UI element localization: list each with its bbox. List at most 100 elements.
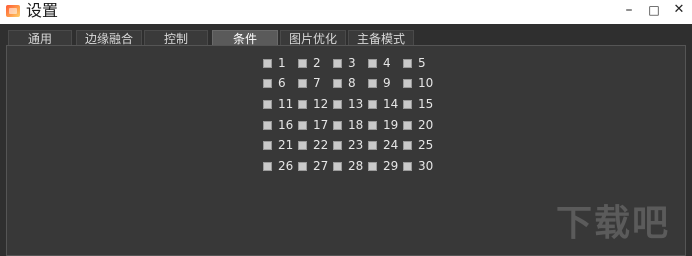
app-icon — [6, 5, 20, 17]
condition-20[interactable]: 20 — [403, 118, 433, 132]
condition-checkbox[interactable] — [368, 140, 377, 150]
condition-29[interactable]: 29 — [368, 159, 398, 173]
condition-checkbox[interactable] — [263, 140, 272, 150]
condition-checkbox[interactable] — [368, 78, 377, 88]
tab-edge-blending[interactable]: 边缘融合 — [76, 30, 142, 46]
condition-checkbox[interactable] — [263, 99, 272, 109]
condition-label: 3 — [348, 56, 356, 70]
condition-checkbox[interactable] — [263, 58, 272, 68]
condition-checkbox[interactable] — [403, 120, 412, 130]
condition-30[interactable]: 30 — [403, 159, 433, 173]
condition-18[interactable]: 18 — [333, 118, 363, 132]
title-bar: 设置 – □ ✕ — [0, 0, 692, 24]
condition-label: 22 — [313, 138, 329, 152]
condition-17[interactable]: 17 — [298, 118, 328, 132]
condition-checkbox[interactable] — [263, 120, 272, 130]
condition-checkbox[interactable] — [403, 78, 412, 88]
condition-checkbox[interactable] — [298, 120, 307, 130]
condition-checkbox[interactable] — [403, 161, 412, 171]
tab-control[interactable]: 控制 — [144, 30, 208, 46]
condition-label: 21 — [278, 138, 294, 152]
condition-4[interactable]: 4 — [368, 56, 391, 70]
condition-checkbox[interactable] — [298, 99, 307, 109]
condition-label: 15 — [418, 97, 434, 111]
condition-label: 4 — [383, 56, 391, 70]
condition-8[interactable]: 8 — [333, 76, 356, 90]
condition-label: 19 — [383, 118, 399, 132]
condition-checkbox[interactable] — [333, 99, 342, 109]
condition-3[interactable]: 3 — [333, 56, 356, 70]
condition-label: 5 — [418, 56, 426, 70]
condition-checkbox[interactable] — [298, 161, 307, 171]
condition-1[interactable]: 1 — [263, 56, 286, 70]
condition-label: 17 — [313, 118, 329, 132]
condition-checkbox[interactable] — [403, 140, 412, 150]
condition-label: 28 — [348, 159, 364, 173]
condition-14[interactable]: 14 — [368, 97, 398, 111]
condition-12[interactable]: 12 — [298, 97, 328, 111]
condition-label: 13 — [348, 97, 364, 111]
condition-21[interactable]: 21 — [263, 138, 293, 152]
condition-checkbox[interactable] — [368, 161, 377, 171]
condition-26[interactable]: 26 — [263, 159, 293, 173]
condition-16[interactable]: 16 — [263, 118, 293, 132]
condition-checkbox[interactable] — [298, 58, 307, 68]
maximize-button[interactable]: □ — [641, 0, 667, 20]
condition-label: 18 — [348, 118, 364, 132]
condition-checkbox[interactable] — [263, 78, 272, 88]
condition-label: 11 — [278, 97, 294, 111]
condition-22[interactable]: 22 — [298, 138, 328, 152]
condition-label: 25 — [418, 138, 434, 152]
condition-19[interactable]: 19 — [368, 118, 398, 132]
condition-label: 14 — [383, 97, 399, 111]
condition-label: 8 — [348, 76, 356, 90]
condition-label: 20 — [418, 118, 434, 132]
condition-checkbox[interactable] — [333, 140, 342, 150]
condition-checkbox[interactable] — [368, 58, 377, 68]
tab-backup-mode[interactable]: 主备模式 — [348, 30, 414, 46]
condition-label: 30 — [418, 159, 434, 173]
condition-checkbox[interactable] — [403, 58, 412, 68]
condition-label: 23 — [348, 138, 364, 152]
condition-6[interactable]: 6 — [263, 76, 286, 90]
condition-checkbox[interactable] — [368, 99, 377, 109]
watermark-logo: 下载吧 — [556, 203, 671, 244]
condition-label: 10 — [418, 76, 434, 90]
condition-checkbox[interactable] — [403, 99, 412, 109]
condition-15[interactable]: 15 — [403, 97, 433, 111]
condition-checkbox[interactable] — [333, 120, 342, 130]
condition-checkbox[interactable] — [368, 120, 377, 130]
tab-image-optimization[interactable]: 图片优化 — [280, 30, 346, 46]
condition-checkbox[interactable] — [298, 140, 307, 150]
condition-checkbox[interactable] — [263, 161, 272, 171]
condition-label: 16 — [278, 118, 294, 132]
condition-label: 24 — [383, 138, 399, 152]
condition-9[interactable]: 9 — [368, 76, 391, 90]
window-title: 设置 — [26, 1, 59, 20]
condition-label: 27 — [313, 159, 329, 173]
tab-general[interactable]: 通用 — [8, 30, 72, 46]
close-button[interactable]: ✕ — [666, 0, 692, 20]
condition-10[interactable]: 10 — [403, 76, 433, 90]
condition-13[interactable]: 13 — [333, 97, 363, 111]
condition-5[interactable]: 5 — [403, 56, 426, 70]
minimize-button[interactable]: – — [616, 0, 642, 20]
condition-checkbox[interactable] — [333, 58, 342, 68]
condition-checkbox[interactable] — [333, 161, 342, 171]
condition-label: 1 — [278, 56, 286, 70]
condition-7[interactable]: 7 — [298, 76, 321, 90]
condition-checkbox[interactable] — [333, 78, 342, 88]
condition-label: 7 — [313, 76, 321, 90]
condition-23[interactable]: 23 — [333, 138, 363, 152]
condition-28[interactable]: 28 — [333, 159, 363, 173]
condition-2[interactable]: 2 — [298, 56, 321, 70]
condition-checkbox[interactable] — [298, 78, 307, 88]
condition-25[interactable]: 25 — [403, 138, 433, 152]
condition-label: 26 — [278, 159, 294, 173]
condition-label: 2 — [313, 56, 321, 70]
condition-11[interactable]: 11 — [263, 97, 293, 111]
condition-27[interactable]: 27 — [298, 159, 328, 173]
condition-label: 6 — [278, 76, 286, 90]
condition-24[interactable]: 24 — [368, 138, 398, 152]
tab-conditions[interactable]: 条件 — [212, 30, 278, 46]
